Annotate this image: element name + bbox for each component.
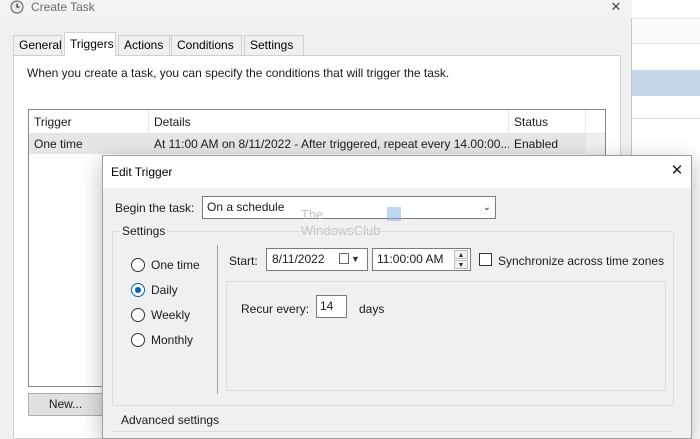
column-header-details[interactable]: Details bbox=[149, 110, 509, 134]
dialog-title: Edit Trigger bbox=[111, 165, 173, 179]
recur-every-input[interactable]: 14 bbox=[316, 295, 347, 318]
recurrence-panel: Recur every: 14 days bbox=[226, 281, 666, 391]
create-task-titlebar: Create Task ✕ bbox=[0, 0, 632, 18]
cell-status: Enabled bbox=[514, 137, 559, 151]
radio-button[interactable] bbox=[131, 283, 145, 297]
settings-legend: Settings bbox=[120, 224, 168, 238]
watermark-line1: The bbox=[301, 207, 324, 222]
time-spinner[interactable]: ▲ ▼ bbox=[454, 250, 468, 269]
list-header: Trigger Details Status bbox=[29, 110, 605, 134]
settings-divider bbox=[217, 245, 218, 394]
start-date-value: 8/11/2022 bbox=[272, 252, 325, 266]
new-trigger-button[interactable]: New... bbox=[28, 393, 103, 416]
begin-task-value: On a schedule bbox=[207, 200, 285, 214]
tab-triggers[interactable]: Triggers bbox=[64, 32, 116, 56]
tab-conditions[interactable]: Conditions bbox=[171, 35, 242, 56]
edit-trigger-dialog: Edit Trigger ✕ Begin the task: On a sche… bbox=[102, 155, 692, 439]
sync-timezones-checkbox[interactable] bbox=[479, 253, 492, 266]
begin-task-label: Begin the task: bbox=[115, 201, 195, 215]
radio-label: Daily bbox=[151, 283, 178, 297]
edit-trigger-titlebar: Edit Trigger ✕ bbox=[103, 156, 691, 188]
tab-settings[interactable]: Settings bbox=[244, 35, 304, 56]
tab-actions[interactable]: Actions bbox=[118, 35, 170, 56]
background-strip bbox=[632, 18, 700, 44]
advanced-settings-divider bbox=[112, 431, 674, 432]
watermark-logo-icon bbox=[387, 207, 401, 221]
close-icon[interactable]: ✕ bbox=[669, 162, 685, 180]
start-label: Start: bbox=[229, 254, 258, 268]
close-icon[interactable]: ✕ bbox=[608, 0, 624, 16]
window-title: Create Task bbox=[31, 0, 95, 14]
advanced-settings-label: Advanced settings bbox=[121, 413, 220, 427]
spin-down-icon[interactable]: ▼ bbox=[454, 260, 468, 269]
clock-icon bbox=[10, 0, 24, 14]
calendar-icon[interactable] bbox=[339, 253, 349, 264]
radio-button[interactable] bbox=[131, 333, 145, 347]
start-date-picker[interactable]: 8/11/2022 ▼ bbox=[266, 248, 368, 271]
recur-every-label: Recur every: bbox=[241, 302, 310, 316]
radio-label: Weekly bbox=[151, 308, 191, 322]
chevron-down-icon[interactable]: ▼ bbox=[351, 249, 360, 270]
chevron-down-icon: ⌄ bbox=[482, 202, 491, 213]
radio-button[interactable] bbox=[131, 258, 145, 272]
background-selected-strip bbox=[632, 70, 700, 96]
background-divider bbox=[632, 118, 700, 119]
triggers-description: When you create a task, you can specify … bbox=[27, 66, 450, 80]
radio-label: Monthly bbox=[151, 333, 194, 347]
recur-unit-label: days bbox=[359, 302, 385, 316]
radio-label: One time bbox=[151, 258, 200, 272]
column-header-trigger[interactable]: Trigger bbox=[29, 110, 149, 134]
sync-timezones-label: Synchronize across time zones bbox=[498, 254, 665, 268]
radio-button[interactable] bbox=[131, 308, 145, 322]
column-header-status[interactable]: Status bbox=[509, 110, 586, 134]
settings-group: Settings One time Daily Weekly Monthly S… bbox=[112, 224, 674, 406]
start-time-value: 11:00:00 AM bbox=[377, 252, 444, 266]
cell-details: At 11:00 AM on 8/11/2022 - After trigger… bbox=[154, 137, 509, 151]
cell-trigger: One time bbox=[34, 137, 83, 151]
spin-up-icon[interactable]: ▲ bbox=[454, 250, 468, 259]
table-row[interactable]: One time At 11:00 AM on 8/11/2022 - Afte… bbox=[29, 134, 586, 154]
tab-general[interactable]: General bbox=[13, 35, 62, 56]
start-time-input[interactable]: 11:00:00 AM ▲ ▼ bbox=[372, 248, 471, 271]
